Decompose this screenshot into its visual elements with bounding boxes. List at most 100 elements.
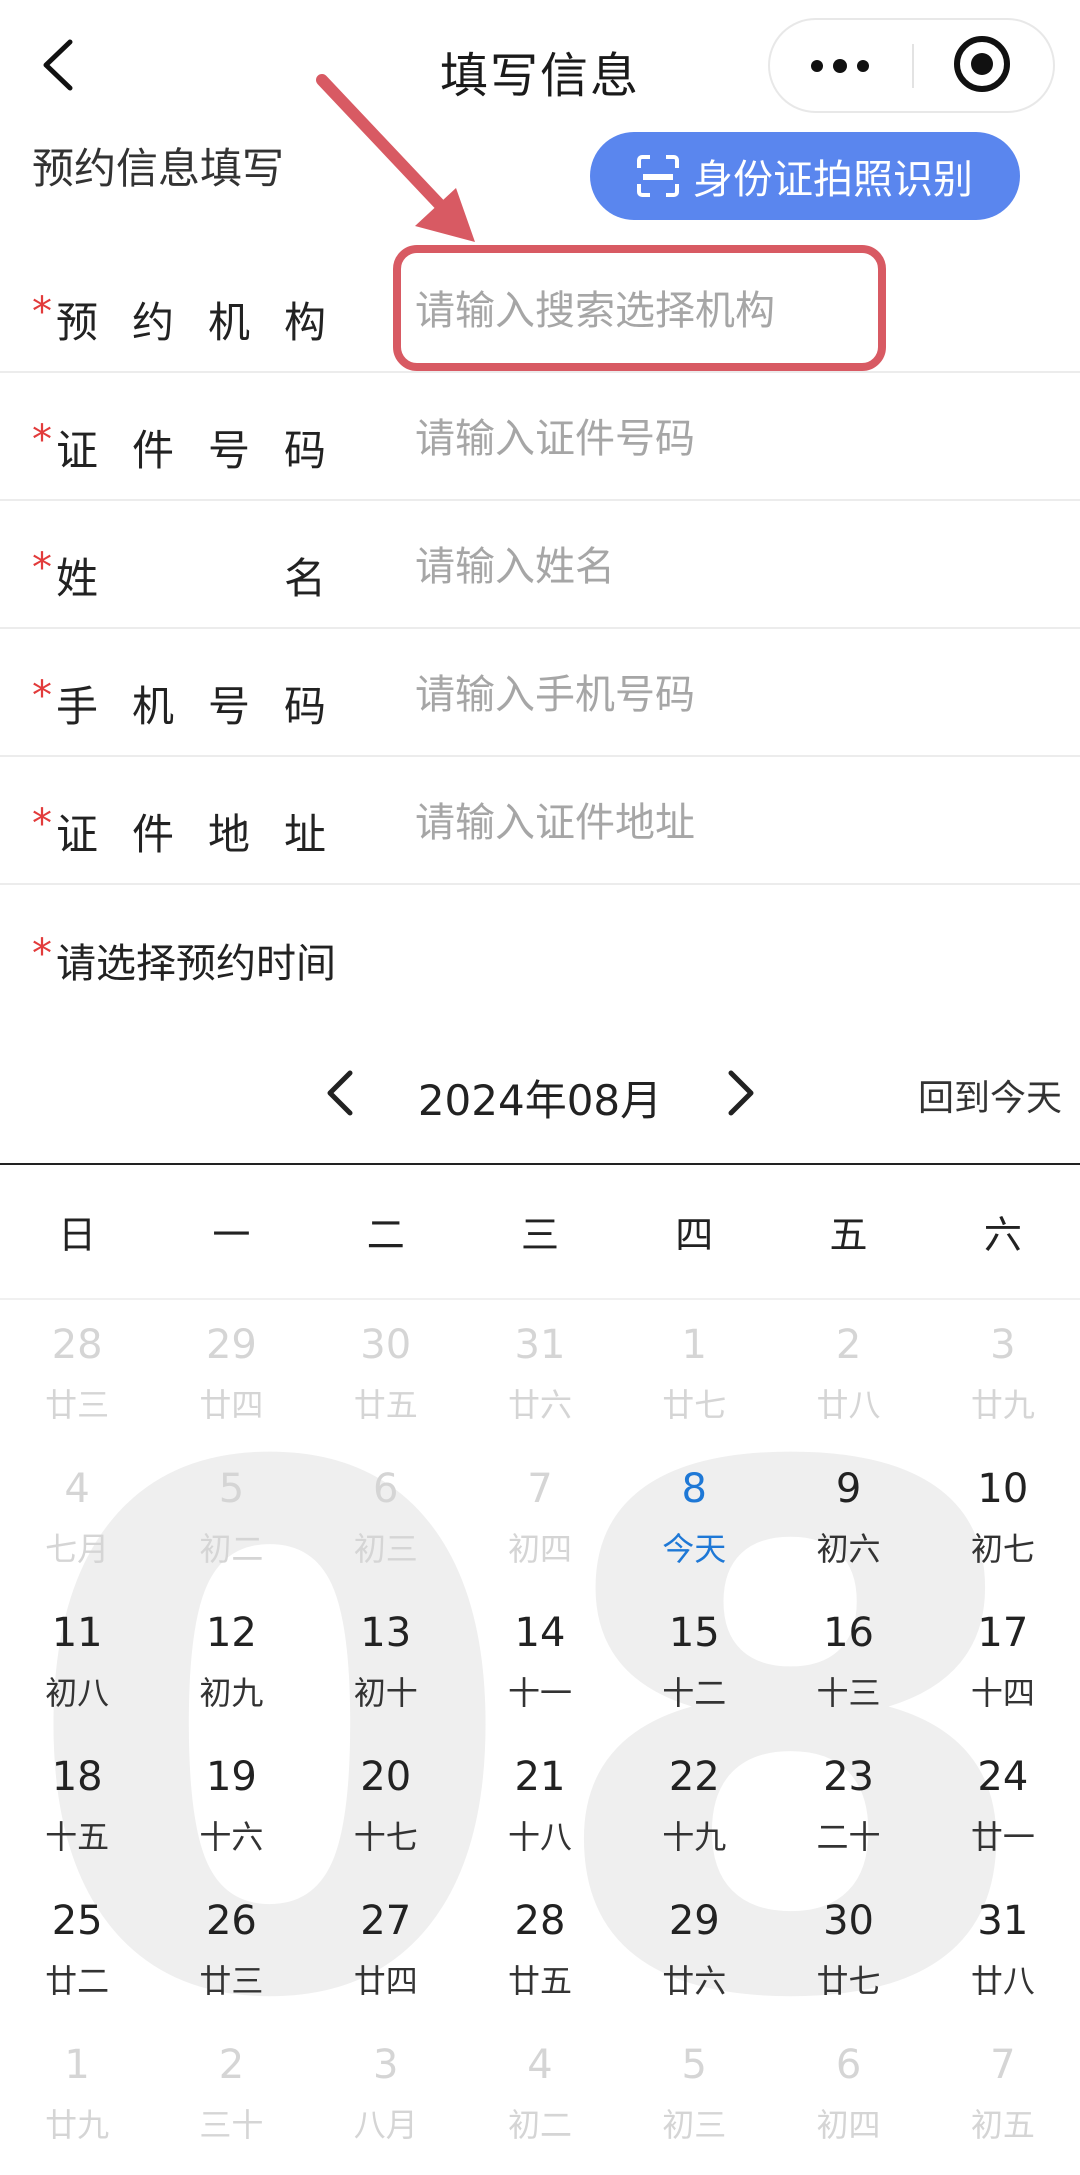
lunar-date: 廿二 [45,1962,110,2000]
institution-search-input[interactable] [415,283,1055,339]
address-input[interactable] [415,795,1055,851]
lunar-date: 初十 [353,1674,418,1712]
lunar-date: 廿六 [507,1386,572,1424]
day-number: 29 [668,1898,720,1944]
calendar-day[interactable]: 30 廿五 [309,1302,463,1446]
day-number: 17 [977,1610,1029,1656]
lunar-date: 初三 [353,1530,418,1568]
calendar-day[interactable]: 3 廿九 [926,1302,1080,1446]
calendar-day[interactable]: 25 廿二 [0,1878,154,2022]
calendar-day[interactable]: 5 初二 [154,1446,308,1590]
nav-bar: 填写信息 [0,0,1080,130]
lunar-date: 初八 [45,1674,110,1712]
required-mark: * [32,673,52,719]
day-number: 8 [681,1466,707,1512]
next-month-button[interactable] [715,1063,765,1123]
calendar-day[interactable]: 21 十八 [463,1734,617,1878]
calendar-day[interactable]: 3 八月 [309,2022,463,2166]
calendar-day[interactable]: 31 廿六 [463,1302,617,1446]
calendar-day[interactable]: 23 二十 [771,1734,925,1878]
calendar-day[interactable]: 5 初三 [617,2022,771,2166]
lunar-date: 初五 [970,2106,1035,2144]
lunar-date: 十六 [199,1818,264,1856]
calendar-header: 2024年08月 回到今天 [0,1045,1080,1165]
section-title: 预约信息填写 [32,144,285,193]
calendar-day[interactable]: 2 廿八 [771,1302,925,1446]
form-row-institution: * 预约机构 [0,245,1080,373]
day-number: 19 [205,1754,257,1800]
required-mark: * [32,931,52,977]
id-number-input[interactable] [415,411,1055,467]
calendar-day[interactable]: 9 初六 [771,1446,925,1590]
lunar-date: 初四 [816,2106,881,2144]
calendar-day[interactable]: 24 廿一 [926,1734,1080,1878]
chevron-left-icon [327,1070,353,1116]
calendar-day[interactable]: 13 初十 [309,1590,463,1734]
calendar-day[interactable]: 18 十五 [0,1734,154,1878]
calendar-day[interactable]: 30 廿七 [771,1878,925,2022]
more-button[interactable] [770,20,910,111]
day-number: 14 [514,1610,566,1656]
calendar-day[interactable]: 26 廿三 [154,1878,308,2022]
field-label-address: 证件地址 [56,810,326,859]
weekday-label: 五 [829,1213,868,1257]
day-number: 16 [823,1610,875,1656]
prev-month-button[interactable] [316,1063,366,1123]
day-number: 18 [51,1754,103,1800]
close-button[interactable] [915,20,1053,111]
field-label-name: 姓名 [56,554,326,603]
calendar-day[interactable]: 28 廿三 [0,1302,154,1446]
lunar-date: 十二 [662,1674,727,1712]
calendar-day[interactable]: 12 初九 [154,1590,308,1734]
calendar-day[interactable]: 6 初四 [771,2022,925,2166]
lunar-date: 廿一 [970,1818,1035,1856]
calendar-day-today[interactable]: 8 今天 [617,1446,771,1590]
calendar-day[interactable]: 14 十一 [463,1590,617,1734]
calendar-day[interactable]: 1 廿九 [0,2022,154,2166]
calendar-day[interactable]: 28 廿五 [463,1878,617,2022]
lunar-date: 八月 [353,2106,418,2144]
day-number: 31 [977,1898,1029,1944]
calendar-day[interactable]: 1 廿七 [617,1302,771,1446]
calendar-day[interactable]: 17 十四 [926,1590,1080,1734]
id-card-scan-label: 身份证拍照识别 [693,157,973,203]
calendar-day[interactable]: 22 十九 [617,1734,771,1878]
calendar-day[interactable]: 29 廿六 [617,1878,771,2022]
day-number: 4 [64,1466,90,1512]
phone-input[interactable] [415,667,1055,723]
more-dots-icon [811,59,823,72]
day-number: 3 [990,1322,1016,1368]
day-number: 2 [835,1322,862,1368]
calendar-day[interactable]: 4 初二 [463,2022,617,2166]
lunar-date: 十九 [662,1818,727,1856]
lunar-date: 三十 [199,2106,264,2144]
calendar-day[interactable]: 16 十三 [771,1590,925,1734]
calendar-day[interactable]: 7 初四 [463,1446,617,1590]
lunar-date: 廿五 [507,1962,572,2000]
calendar-day[interactable]: 10 初七 [926,1446,1080,1590]
calendar-day[interactable]: 31 廿八 [926,1878,1080,2022]
day-number: 4 [527,2042,553,2088]
calendar-day[interactable]: 6 初三 [309,1446,463,1590]
calendar-day[interactable]: 11 初八 [0,1590,154,1734]
calendar-day[interactable]: 4 七月 [0,1446,154,1590]
day-number: 6 [372,1466,399,1512]
calendar-day[interactable]: 7 初五 [926,2022,1080,2166]
back-to-today-button[interactable]: 回到今天 [918,1069,1062,1121]
calendar-day[interactable]: 27 廿四 [309,1878,463,2022]
id-card-scan-button[interactable]: 身份证拍照识别 [590,132,1020,220]
lunar-date: 初九 [199,1674,264,1712]
lunar-date: 廿八 [970,1962,1035,2000]
calendar-day[interactable]: 2 三十 [154,2022,308,2166]
day-number: 30 [823,1898,875,1944]
lunar-date: 十四 [970,1674,1035,1712]
calendar-body: 08 28 廿三 29 廿四 30 廿五 31 廿六 1 廿七 2 廿八 3 廿九 4 七月 5 初二 6 初三 7 初四… [0,1302,1080,2175]
calendar-day[interactable]: 20 十七 [309,1734,463,1878]
lunar-date: 廿三 [199,1962,264,2000]
mini-program-capsule [768,18,1055,113]
calendar-day[interactable]: 15 十二 [617,1590,771,1734]
day-number: 31 [514,1322,566,1368]
calendar-day[interactable]: 29 廿四 [154,1302,308,1446]
calendar-day[interactable]: 19 十六 [154,1734,308,1878]
name-input[interactable] [415,539,1055,595]
